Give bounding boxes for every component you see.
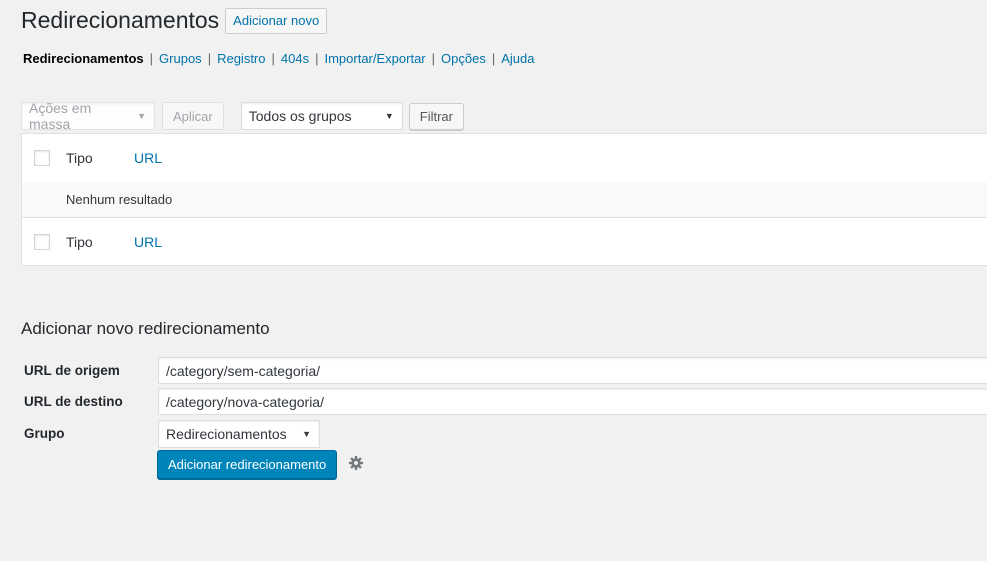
group-label: Grupo [24,426,65,441]
subnav-separator: | [271,51,275,66]
page-header: Redirecionamentos Adicionar novo [21,6,328,35]
redirects-table: Tipo URL Nenhum resultado Tipo URL [21,133,987,266]
subnav-item-import-export[interactable]: Importar/Exportar [324,51,425,66]
subnav-item-options[interactable]: Opções [441,51,486,66]
column-footer-url[interactable]: URL [134,234,162,250]
subnav-item-groups[interactable]: Grupos [159,51,202,66]
target-url-label: URL de destino [24,394,123,409]
column-header-type: Tipo [66,150,93,166]
bulk-actions-select[interactable]: Ações em massa ▼ [21,100,155,132]
apply-button[interactable]: Aplicar [162,102,224,130]
table-footer-row: Tipo URL [22,218,987,266]
subnav-separator: | [315,51,319,66]
subnav-item-help[interactable]: Ajuda [501,51,534,66]
subnav-separator: | [207,51,212,66]
gear-icon[interactable] [348,455,364,471]
select-all-checkbox-footer[interactable] [34,234,50,250]
empty-message: Nenhum resultado [66,192,173,207]
subnav-item-404s[interactable]: 404s [281,51,309,66]
chevron-down-icon: ▼ [137,111,146,121]
chevron-down-icon: ▼ [384,111,394,121]
chevron-down-icon: ▼ [302,429,311,439]
table-row-empty: Nenhum resultado [22,182,987,218]
subnav: Redirecionamentos | Grupos | Registro | … [23,51,534,66]
table-header-row: Tipo URL [22,134,987,183]
group-filter-select[interactable]: Todos os grupos ▼ [240,102,403,130]
add-redirect-button[interactable]: Adicionar redirecionamento [157,450,338,479]
column-header-url[interactable]: URL [134,150,162,166]
add-new-button[interactable]: Adicionar novo [225,7,328,34]
subnav-separator: | [149,51,154,66]
group-select[interactable]: Redirecionamentos ▼ [158,420,320,448]
subnav-separator: | [431,51,436,66]
page-title: Redirecionamentos [21,7,220,33]
group-select-value: Redirecionamentos [166,426,287,442]
bulk-actions-value: Ações em massa [29,100,92,132]
filter-button[interactable]: Filtrar [408,102,464,130]
add-redirect-title: Adicionar novo redirecionamento [21,319,270,338]
target-url-input[interactable]: /category/nova-categoria/ [158,388,987,415]
subnav-item-redirects[interactable]: Redirecionamentos [23,51,144,66]
subnav-item-log[interactable]: Registro [217,51,265,66]
tablenav: Ações em massa ▼ Aplicar Todos os grupos… [21,100,464,132]
subnav-separator: | [491,51,496,66]
column-footer-type: Tipo [66,234,93,250]
source-url-label: URL de origem [24,363,120,378]
source-url-input[interactable]: /category/sem-categoria/ [158,357,987,384]
select-all-checkbox[interactable] [34,150,50,166]
group-filter-value: Todos os grupos [248,108,352,124]
